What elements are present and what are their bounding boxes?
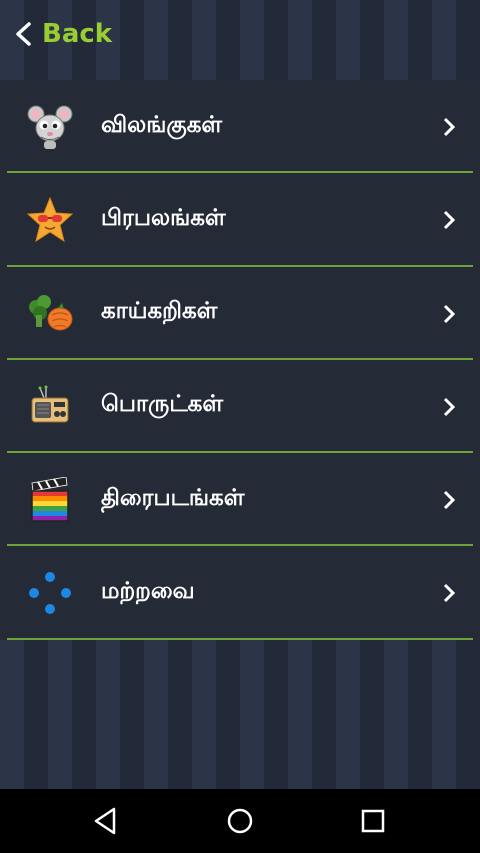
chevron-left-icon [14,21,32,47]
system-navigation-bar [0,789,480,853]
app-screen: Back விலங்குகள் பிரபலங்கள் காய்கறிகள் பொ… [0,0,480,789]
back-button[interactable]: Back [14,16,112,52]
vegetables-icon [26,291,74,337]
category-row-movies[interactable]: திரைபடங்கள் [0,453,480,547]
category-row-celebrities[interactable]: பிரபலங்கள் [0,173,480,267]
clapperboard-icon [26,476,74,523]
category-label: பிரபலங்கள் [101,204,226,231]
category-label: காய்கறிகள் [101,298,218,325]
header-bar: Back [0,0,480,80]
home-nav-icon[interactable] [222,803,258,839]
category-row-vegetables[interactable]: காய்கறிகள் [0,267,480,360]
recents-nav-icon[interactable] [355,803,391,839]
chevron-right-icon [441,303,457,325]
divider [7,637,473,640]
category-row-objects[interactable]: பொருட்கள் [0,360,480,454]
category-label: திரைபடங்கள் [101,484,245,511]
dots-icon [26,570,74,616]
category-label: பொருட்கள் [101,391,224,418]
category-row-animals[interactable]: விலங்குகள் [0,80,480,174]
chevron-right-icon [441,209,457,231]
radio-icon [26,384,74,430]
mouse-icon [26,104,74,150]
category-list: விலங்குகள் பிரபலங்கள் காய்கறிகள் பொருட்க… [0,80,480,640]
category-label: மற்றவை [101,577,195,604]
chevron-right-icon [441,582,457,604]
category-label: விலங்குகள் [101,111,223,138]
back-nav-icon[interactable] [88,803,124,839]
chevron-right-icon [441,396,457,418]
star-sunglasses-icon [26,196,74,243]
category-row-others[interactable]: மற்றவை [0,546,480,640]
chevron-right-icon [441,116,457,138]
chevron-right-icon [441,489,457,511]
back-label: Back [42,19,113,49]
